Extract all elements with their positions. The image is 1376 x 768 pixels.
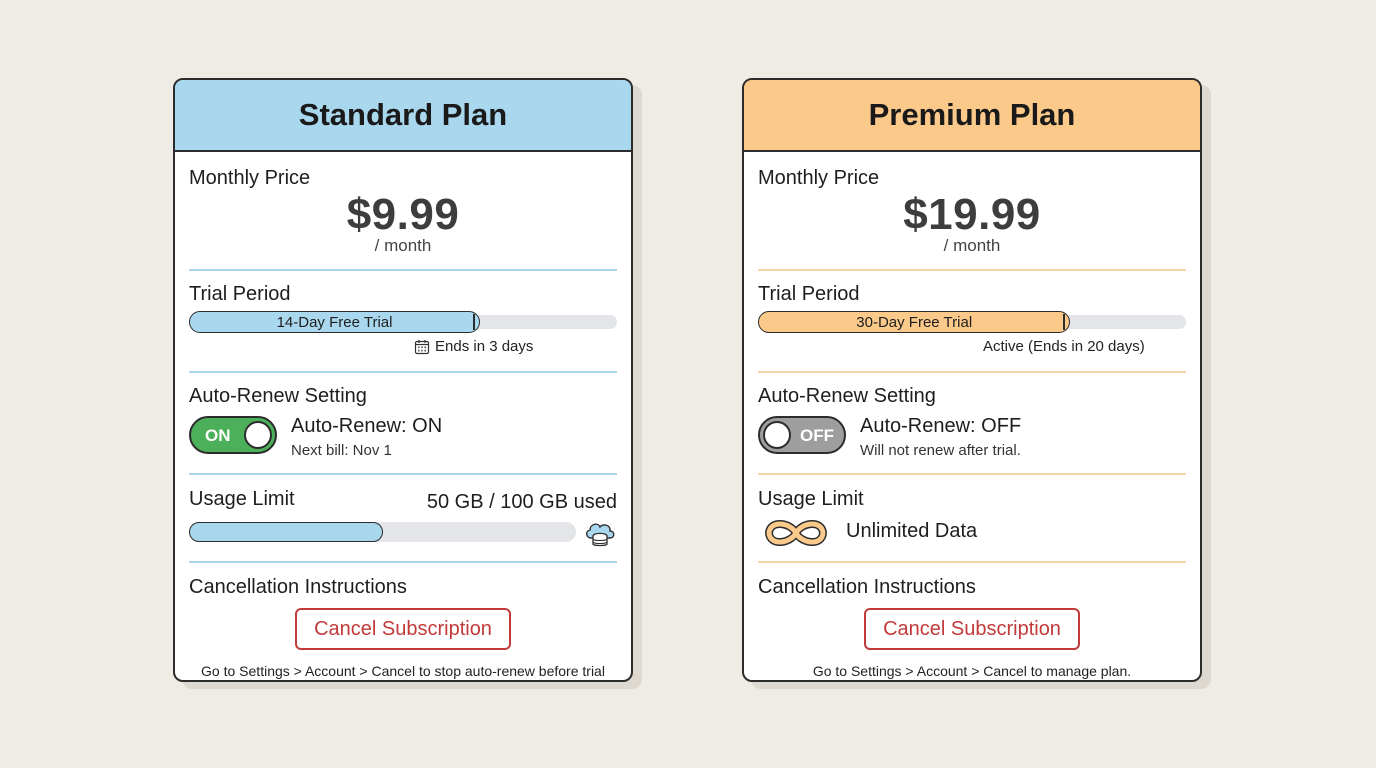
toggle-knob bbox=[763, 421, 791, 449]
price-section: Monthly Price $9.99 / month bbox=[189, 152, 617, 271]
toggle-knob bbox=[244, 421, 272, 449]
price-amount: $9.99 bbox=[346, 190, 460, 239]
plan-body: Monthly Price $9.99 / month Trial Period… bbox=[175, 152, 631, 680]
premium-plan-card: Premium Plan Monthly Price $19.99 / mont… bbox=[742, 78, 1202, 682]
trial-status: Active (Ends in 20 days) bbox=[983, 338, 1145, 355]
usage-progress-fill bbox=[189, 522, 383, 542]
trial-progress-marker bbox=[1063, 314, 1066, 330]
usage-progress-bar bbox=[189, 522, 576, 542]
usage-value: Unlimited Data bbox=[846, 520, 978, 542]
trial-section: Trial Period 30-Day Free Trial Active (E… bbox=[758, 271, 1186, 373]
auto-renew-label: Auto-Renew Setting bbox=[758, 385, 936, 407]
auto-renew-section: Auto-Renew Setting ON Auto-Renew: ON Nex… bbox=[189, 373, 617, 475]
auto-renew-status: Auto-Renew: ON bbox=[291, 415, 443, 437]
plan-title: Premium Plan bbox=[744, 80, 1200, 152]
price-section: Monthly Price $19.99 / month bbox=[758, 152, 1186, 271]
plan-title: Standard Plan bbox=[175, 80, 631, 152]
trial-section: Trial Period 14-Day Free Trial Ends in 3… bbox=[189, 271, 617, 373]
trial-progress-bar: 30-Day Free Trial bbox=[758, 311, 1186, 333]
cancel-subscription-button[interactable]: Cancel Subscription bbox=[864, 608, 1080, 650]
price-period: / month bbox=[374, 236, 432, 255]
trial-status-text: Ends in 3 days bbox=[435, 338, 534, 355]
plan-body: Monthly Price $19.99 / month Trial Perio… bbox=[744, 152, 1200, 680]
toggle-state-text: ON bbox=[205, 426, 231, 445]
cancellation-label: Cancellation Instructions bbox=[758, 576, 976, 598]
trial-progress-bar: 14-Day Free Trial bbox=[189, 311, 617, 333]
trial-status-text: Active (Ends in 20 days) bbox=[983, 338, 1145, 355]
auto-renew-section: Auto-Renew Setting OFF Auto-Renew: OFF W… bbox=[758, 373, 1186, 475]
usage-label: Usage Limit bbox=[758, 488, 864, 510]
price-label: Monthly Price bbox=[758, 167, 880, 189]
trial-progress-fill: 14-Day Free Trial bbox=[189, 311, 481, 333]
next-bill-text: Next bill: Nov 1 bbox=[291, 442, 392, 459]
price-label: Monthly Price bbox=[189, 167, 311, 189]
usage-label: Usage Limit bbox=[189, 488, 295, 510]
usage-section: Usage Limit 50 GB / 100 GB used bbox=[189, 475, 617, 563]
renew-note-text: Will not renew after trial. bbox=[860, 442, 1021, 459]
trial-progress-marker bbox=[473, 314, 476, 330]
calendar-icon bbox=[414, 339, 430, 354]
trial-label: Trial Period bbox=[189, 283, 291, 305]
cancel-subscription-button[interactable]: Cancel Subscription bbox=[295, 608, 511, 650]
infinity-icon bbox=[765, 520, 827, 546]
cancellation-label: Cancellation Instructions bbox=[189, 576, 407, 598]
cancellation-note: Go to Settings > Account > Cancel to sto… bbox=[201, 663, 605, 680]
auto-renew-toggle[interactable]: ON bbox=[189, 416, 277, 454]
trial-status: Ends in 3 days bbox=[414, 338, 533, 355]
price-amount: $19.99 bbox=[903, 190, 1041, 239]
usage-section: Usage Limit Unlimited Data bbox=[758, 475, 1186, 563]
trial-progress-fill: 30-Day Free Trial bbox=[758, 311, 1071, 333]
cancellation-section: Cancellation Instructions Cancel Subscri… bbox=[758, 563, 1186, 680]
trial-label: Trial Period bbox=[758, 283, 860, 305]
price-period: / month bbox=[943, 236, 1001, 255]
cloud-storage-icon bbox=[586, 523, 615, 547]
auto-renew-label: Auto-Renew Setting bbox=[189, 385, 367, 407]
trial-bar-text: 30-Day Free Trial bbox=[856, 313, 973, 331]
toggle-state-text: OFF bbox=[800, 426, 834, 445]
cancellation-section: Cancellation Instructions Cancel Subscri… bbox=[189, 563, 617, 680]
trial-bar-text: 14-Day Free Trial bbox=[276, 313, 393, 331]
standard-plan-card: Standard Plan Monthly Price $9.99 / mont… bbox=[173, 78, 633, 682]
cancellation-note: Go to Settings > Account > Cancel to man… bbox=[812, 663, 1132, 679]
usage-value: 50 GB / 100 GB used bbox=[426, 491, 617, 513]
auto-renew-toggle[interactable]: OFF bbox=[758, 416, 846, 454]
auto-renew-status: Auto-Renew: OFF bbox=[860, 415, 1022, 437]
